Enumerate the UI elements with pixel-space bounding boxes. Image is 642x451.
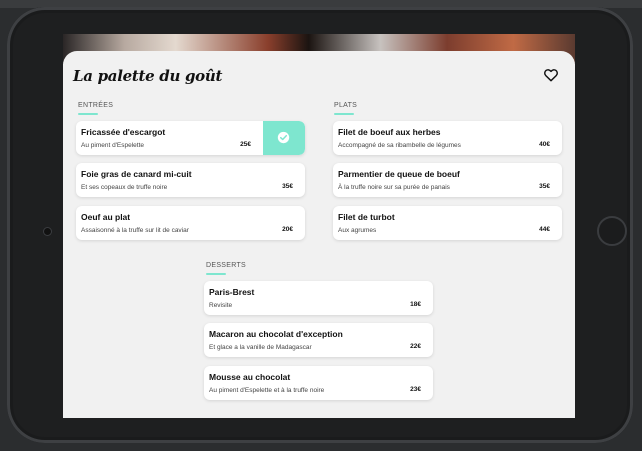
item-name: Oeuf au plat <box>81 212 131 222</box>
app-screen: La palette du goût ENTRÉES Fricassée d'e… <box>63 34 575 418</box>
menu-item-dessert-2[interactable]: Macaron au chocolat d'exception Et glace… <box>204 323 433 357</box>
item-price: 35€ <box>539 183 550 190</box>
item-description: Au piment d'Espelette <box>81 142 145 149</box>
item-price: 44€ <box>539 226 550 233</box>
item-price: 22€ <box>410 343 421 350</box>
menu-card: La palette du goût ENTRÉES Fricassée d'e… <box>63 51 575 418</box>
menu-item-plat-3[interactable]: Filet de turbot Aux agrumes 44€ <box>333 206 562 240</box>
menu-item-dessert-1[interactable]: Paris-Brest Revisite 18€ <box>204 281 433 315</box>
item-description: Assaisonné à la truffe sur lit de caviar <box>81 227 189 234</box>
home-button[interactable] <box>597 216 627 246</box>
item-name: Mousse au chocolat <box>209 372 291 382</box>
page-title: La palette du goût <box>73 67 223 85</box>
item-name: Macaron au chocolat d'exception <box>209 329 343 339</box>
check-icon <box>277 131 290 144</box>
menu-item-plat-2[interactable]: Parmentier de queue de boeuf À la truffe… <box>333 163 562 197</box>
item-price: 23€ <box>410 386 421 393</box>
item-name: Paris-Brest <box>209 287 255 297</box>
section-title-plats: PLATS <box>334 102 358 115</box>
item-description: Accompagné de sa ribambelle de légumes <box>338 142 461 149</box>
item-price: 25€ <box>240 141 251 148</box>
menu-item-entree-2[interactable]: Foie gras de canard mi-cuit Et ses copea… <box>76 163 305 197</box>
item-description: Revisite <box>209 302 233 309</box>
item-price: 18€ <box>410 301 421 308</box>
menu-item-plat-1[interactable]: Filet de boeuf aux herbes Accompagné de … <box>333 121 562 155</box>
item-name: Parmentier de queue de boeuf <box>338 169 460 179</box>
item-name: Fricassée d'escargot <box>81 127 166 137</box>
item-description: Aux agrumes <box>338 227 377 234</box>
section-title-desserts: DESSERTS <box>206 262 247 275</box>
menu-item-entree-3[interactable]: Oeuf au plat Assaisonné à la truffe sur … <box>76 206 305 240</box>
camera <box>44 228 51 235</box>
item-name: Filet de boeuf aux herbes <box>338 127 441 137</box>
heart-icon[interactable] <box>543 67 559 83</box>
item-description: À la truffe noire sur sa purée de panais <box>338 184 450 191</box>
item-description: Et glace a la vanille de Madagascar <box>209 344 312 351</box>
item-price: 35€ <box>282 183 293 190</box>
item-description: Et ses copeaux de truffe noire <box>81 184 168 191</box>
item-price: 20€ <box>282 226 293 233</box>
section-title-entrees: ENTRÉES <box>78 102 114 115</box>
menu-item-entree-1[interactable]: Fricassée d'escargot Au piment d'Espelet… <box>76 121 305 155</box>
item-price: 40€ <box>539 141 550 148</box>
menu-item-dessert-3[interactable]: Mousse au chocolat Au piment d'Espelette… <box>204 366 433 400</box>
item-description: Au piment d'Espelette et à la truffe noi… <box>209 387 325 394</box>
item-name: Foie gras de canard mi-cuit <box>81 169 192 179</box>
item-name: Filet de turbot <box>338 212 395 222</box>
selected-indicator[interactable] <box>263 121 305 155</box>
